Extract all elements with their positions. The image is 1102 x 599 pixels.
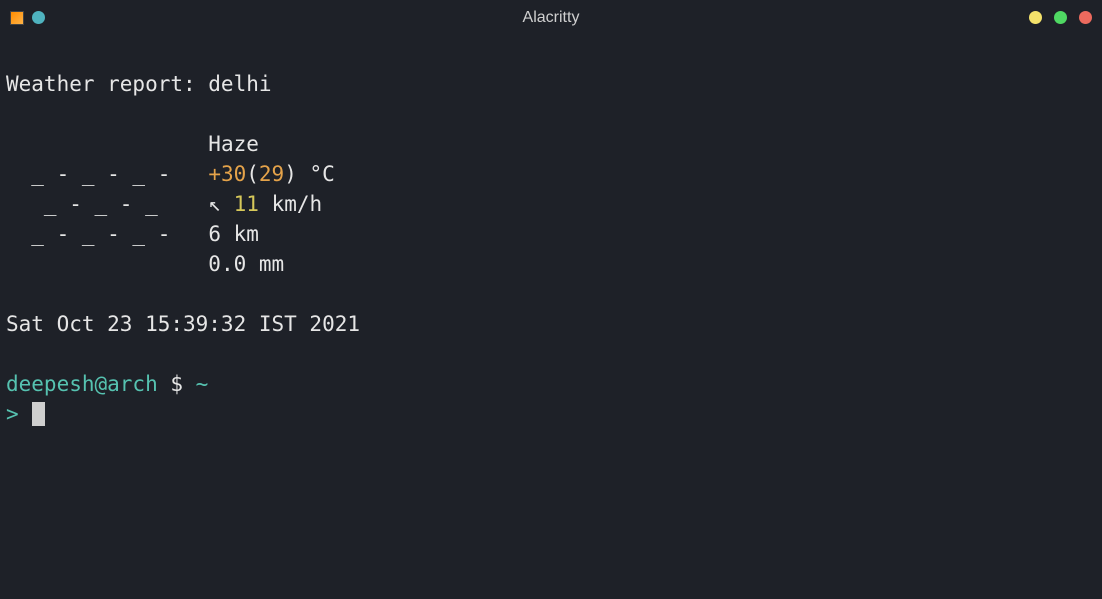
titlebar-left xyxy=(10,11,45,25)
weather-art-line1: _ - _ - _ - xyxy=(6,162,183,186)
terminal-output[interactable]: Weather report: delhi Haze _ - _ - _ - +… xyxy=(0,35,1102,433)
weather-art-pad2 xyxy=(6,252,208,276)
weather-feels: 29 xyxy=(259,162,284,186)
wind-arrow-icon: ↖ xyxy=(208,192,221,216)
titlebar: Alacritty xyxy=(0,0,1102,35)
app-icon xyxy=(10,11,24,25)
prompt-cwd: ~ xyxy=(196,372,209,396)
window-controls xyxy=(1029,11,1092,24)
wind-speed: 11 xyxy=(234,192,259,216)
prompt-continuation: > xyxy=(6,402,19,426)
status-dot-icon xyxy=(32,11,45,24)
weather-art-line2: _ - _ - _ xyxy=(6,192,183,216)
window-title: Alacritty xyxy=(523,3,580,33)
visibility: 6 km xyxy=(208,222,259,246)
weather-header: Weather report: delhi xyxy=(6,72,272,96)
weather-art-line3: _ - _ - _ - xyxy=(6,222,183,246)
close-button[interactable] xyxy=(1079,11,1092,24)
wind-unit: km/h xyxy=(259,192,322,216)
temp-paren-open: ( xyxy=(246,162,259,186)
maximize-button[interactable] xyxy=(1054,11,1067,24)
weather-art-pad xyxy=(6,132,208,156)
prompt-user-host: deepesh@arch xyxy=(6,372,158,396)
weather-condition: Haze xyxy=(208,132,259,156)
cursor[interactable] xyxy=(32,402,45,426)
temp-unit: ) °C xyxy=(284,162,335,186)
prompt-sep: $ xyxy=(158,372,196,396)
weather-temp: +30 xyxy=(208,162,246,186)
minimize-button[interactable] xyxy=(1029,11,1042,24)
timestamp: Sat Oct 23 15:39:32 IST 2021 xyxy=(6,312,360,336)
precipitation: 0.0 mm xyxy=(208,252,284,276)
